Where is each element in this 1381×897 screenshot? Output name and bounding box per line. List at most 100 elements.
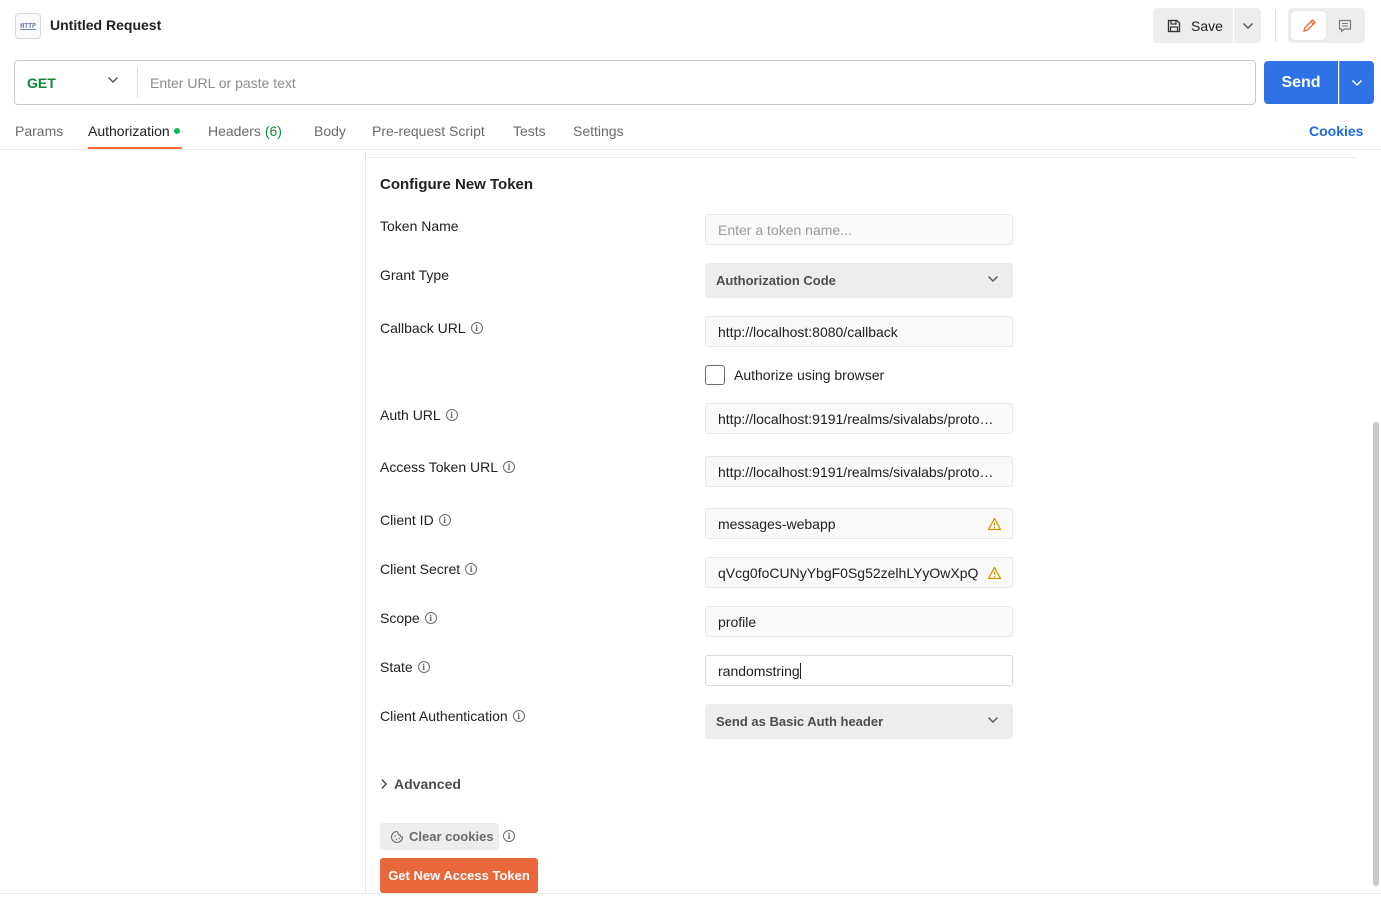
grant-type-value: Authorization Code <box>716 273 836 288</box>
clear-cookies-button[interactable]: Clear cookies <box>380 823 499 850</box>
chevron-down-icon <box>1351 79 1363 86</box>
grant-type-label: Grant Type <box>380 267 449 283</box>
save-options-button[interactable] <box>1234 8 1261 43</box>
request-tabs: Params Authorization Headers (6) Body Pr… <box>0 112 1381 150</box>
comments-mode-button[interactable] <box>1328 11 1362 40</box>
tab-authorization[interactable]: Authorization <box>88 123 180 139</box>
save-label: Save <box>1191 17 1223 34</box>
method-select[interactable]: GET <box>15 61 137 104</box>
callback-url-label: Callback URL i <box>380 320 483 336</box>
comment-icon <box>1338 19 1352 33</box>
client-auth-label-text: Client Authentication <box>380 708 508 724</box>
authorize-browser-checkbox[interactable] <box>705 365 725 385</box>
client-id-label: Client ID i <box>380 512 451 528</box>
request-title[interactable]: Untitled Request <box>50 17 161 33</box>
auth-url-input[interactable]: http://localhost:9191/realms/sivalabs/pr… <box>705 403 1013 434</box>
callback-url-label-text: Callback URL <box>380 320 466 336</box>
configure-token-title: Configure New Token <box>380 176 534 193</box>
info-icon[interactable]: i <box>512 710 525 722</box>
token-name-label: Token Name <box>380 218 459 234</box>
client-id-input[interactable]: messages-webapp <box>705 508 1013 539</box>
tab-prerequest-script[interactable]: Pre-request Script <box>372 123 485 139</box>
cookie-icon <box>390 830 404 843</box>
auth-type-panel <box>0 151 366 893</box>
client-secret-label: Client Secret i <box>380 561 478 577</box>
state-label-text: State <box>380 659 413 675</box>
floppy-disk-icon <box>1167 19 1181 32</box>
method-label: GET <box>27 74 56 91</box>
tab-body[interactable]: Body <box>314 123 346 139</box>
scope-value: profile <box>718 613 757 630</box>
access-token-url-input[interactable]: http://localhost:9191/realms/sivalabs/pr… <box>705 456 1013 487</box>
send-button[interactable]: Send <box>1264 61 1338 104</box>
authorize-browser-label[interactable]: Authorize using browser <box>734 367 884 383</box>
state-value: randomstring <box>718 662 800 679</box>
scope-input[interactable]: profile <box>705 606 1013 637</box>
auth-url-label: Auth URL i <box>380 407 458 423</box>
warning-icon[interactable] <box>987 517 1002 531</box>
text-cursor <box>799 662 801 679</box>
tab-tests[interactable]: Tests <box>513 123 546 139</box>
client-id-value: messages-webapp <box>718 515 836 532</box>
warning-icon[interactable] <box>987 566 1002 580</box>
auth-url-value: http://localhost:9191/realms/sivalabs/pr… <box>718 410 1000 427</box>
request-header: HTTP Untitled Request Save <box>0 0 1381 52</box>
info-icon[interactable]: i <box>470 322 483 334</box>
client-secret-input[interactable]: qVcg0foCUNyYbgF0Sg52zelhLYyOwXpQ <box>705 557 1013 588</box>
chevron-down-icon <box>1242 22 1253 29</box>
cookies-link[interactable]: Cookies <box>1309 123 1363 139</box>
advanced-toggle[interactable]: Advanced <box>380 776 461 792</box>
tab-authorization-label: Authorization <box>88 123 170 139</box>
auth-active-dot <box>173 128 180 134</box>
get-new-access-token-button[interactable]: Get New Access Token <box>380 858 538 893</box>
header-divider <box>1275 10 1276 42</box>
clear-cookies-label: Clear cookies <box>409 829 494 844</box>
info-icon[interactable]: i <box>424 612 437 624</box>
access-token-url-label: Access Token URL i <box>380 459 516 475</box>
info-icon[interactable]: i <box>438 514 451 526</box>
grant-type-select[interactable]: Authorization Code <box>705 263 1013 298</box>
client-auth-select[interactable]: Send as Basic Auth header <box>705 704 1013 739</box>
scope-label: Scope i <box>380 610 437 626</box>
headers-count: (6) <box>264 123 282 139</box>
chevron-down-icon <box>988 276 998 282</box>
client-id-label-text: Client ID <box>380 512 434 528</box>
access-token-url-label-text: Access Token URL <box>380 459 499 475</box>
edit-mode-button[interactable] <box>1291 11 1326 40</box>
callback-url-input[interactable]: http://localhost:8080/callback <box>705 316 1013 347</box>
url-bar: GET <box>14 60 1256 105</box>
state-label: State i <box>380 659 430 675</box>
info-icon[interactable]: i <box>503 830 515 842</box>
bottom-divider <box>0 893 1381 894</box>
chevron-down-icon <box>988 717 998 723</box>
active-tab-indicator <box>88 147 182 149</box>
http-icon-label: HTTP <box>20 22 36 30</box>
token-name-label-text: Token Name <box>380 218 459 234</box>
info-icon[interactable]: i <box>465 563 478 575</box>
token-name-placeholder: Enter a token name... <box>718 221 852 238</box>
chevron-down-icon <box>108 77 118 83</box>
grant-type-label-text: Grant Type <box>380 267 450 283</box>
url-input[interactable] <box>138 61 1248 104</box>
auth-url-label-text: Auth URL <box>380 407 441 423</box>
save-button[interactable]: Save <box>1153 8 1233 43</box>
access-token-url-value: http://localhost:9191/realms/sivalabs/pr… <box>718 463 1000 480</box>
pencil-icon <box>1302 18 1316 32</box>
info-icon[interactable]: i <box>503 461 516 473</box>
info-icon[interactable]: i <box>417 661 430 673</box>
tab-params[interactable]: Params <box>15 123 63 139</box>
advanced-label: Advanced <box>394 776 461 792</box>
tab-settings[interactable]: Settings <box>573 123 624 139</box>
state-input[interactable]: randomstring <box>705 655 1013 686</box>
tab-headers-label: Headers <box>208 123 261 139</box>
tab-headers[interactable]: Headers (6) <box>208 123 282 139</box>
info-icon[interactable]: i <box>445 409 458 421</box>
client-secret-value: qVcg0foCUNyYbgF0Sg52zelhLYyOwXpQ <box>718 564 979 581</box>
client-auth-label: Client Authentication i <box>380 708 525 724</box>
token-name-input[interactable]: Enter a token name... <box>705 214 1013 245</box>
send-options-button[interactable] <box>1339 61 1374 104</box>
client-secret-label-text: Client Secret <box>380 561 461 577</box>
chevron-right-icon <box>381 779 388 789</box>
scope-label-text: Scope <box>380 610 420 626</box>
vertical-scrollbar[interactable] <box>1373 422 1379 886</box>
